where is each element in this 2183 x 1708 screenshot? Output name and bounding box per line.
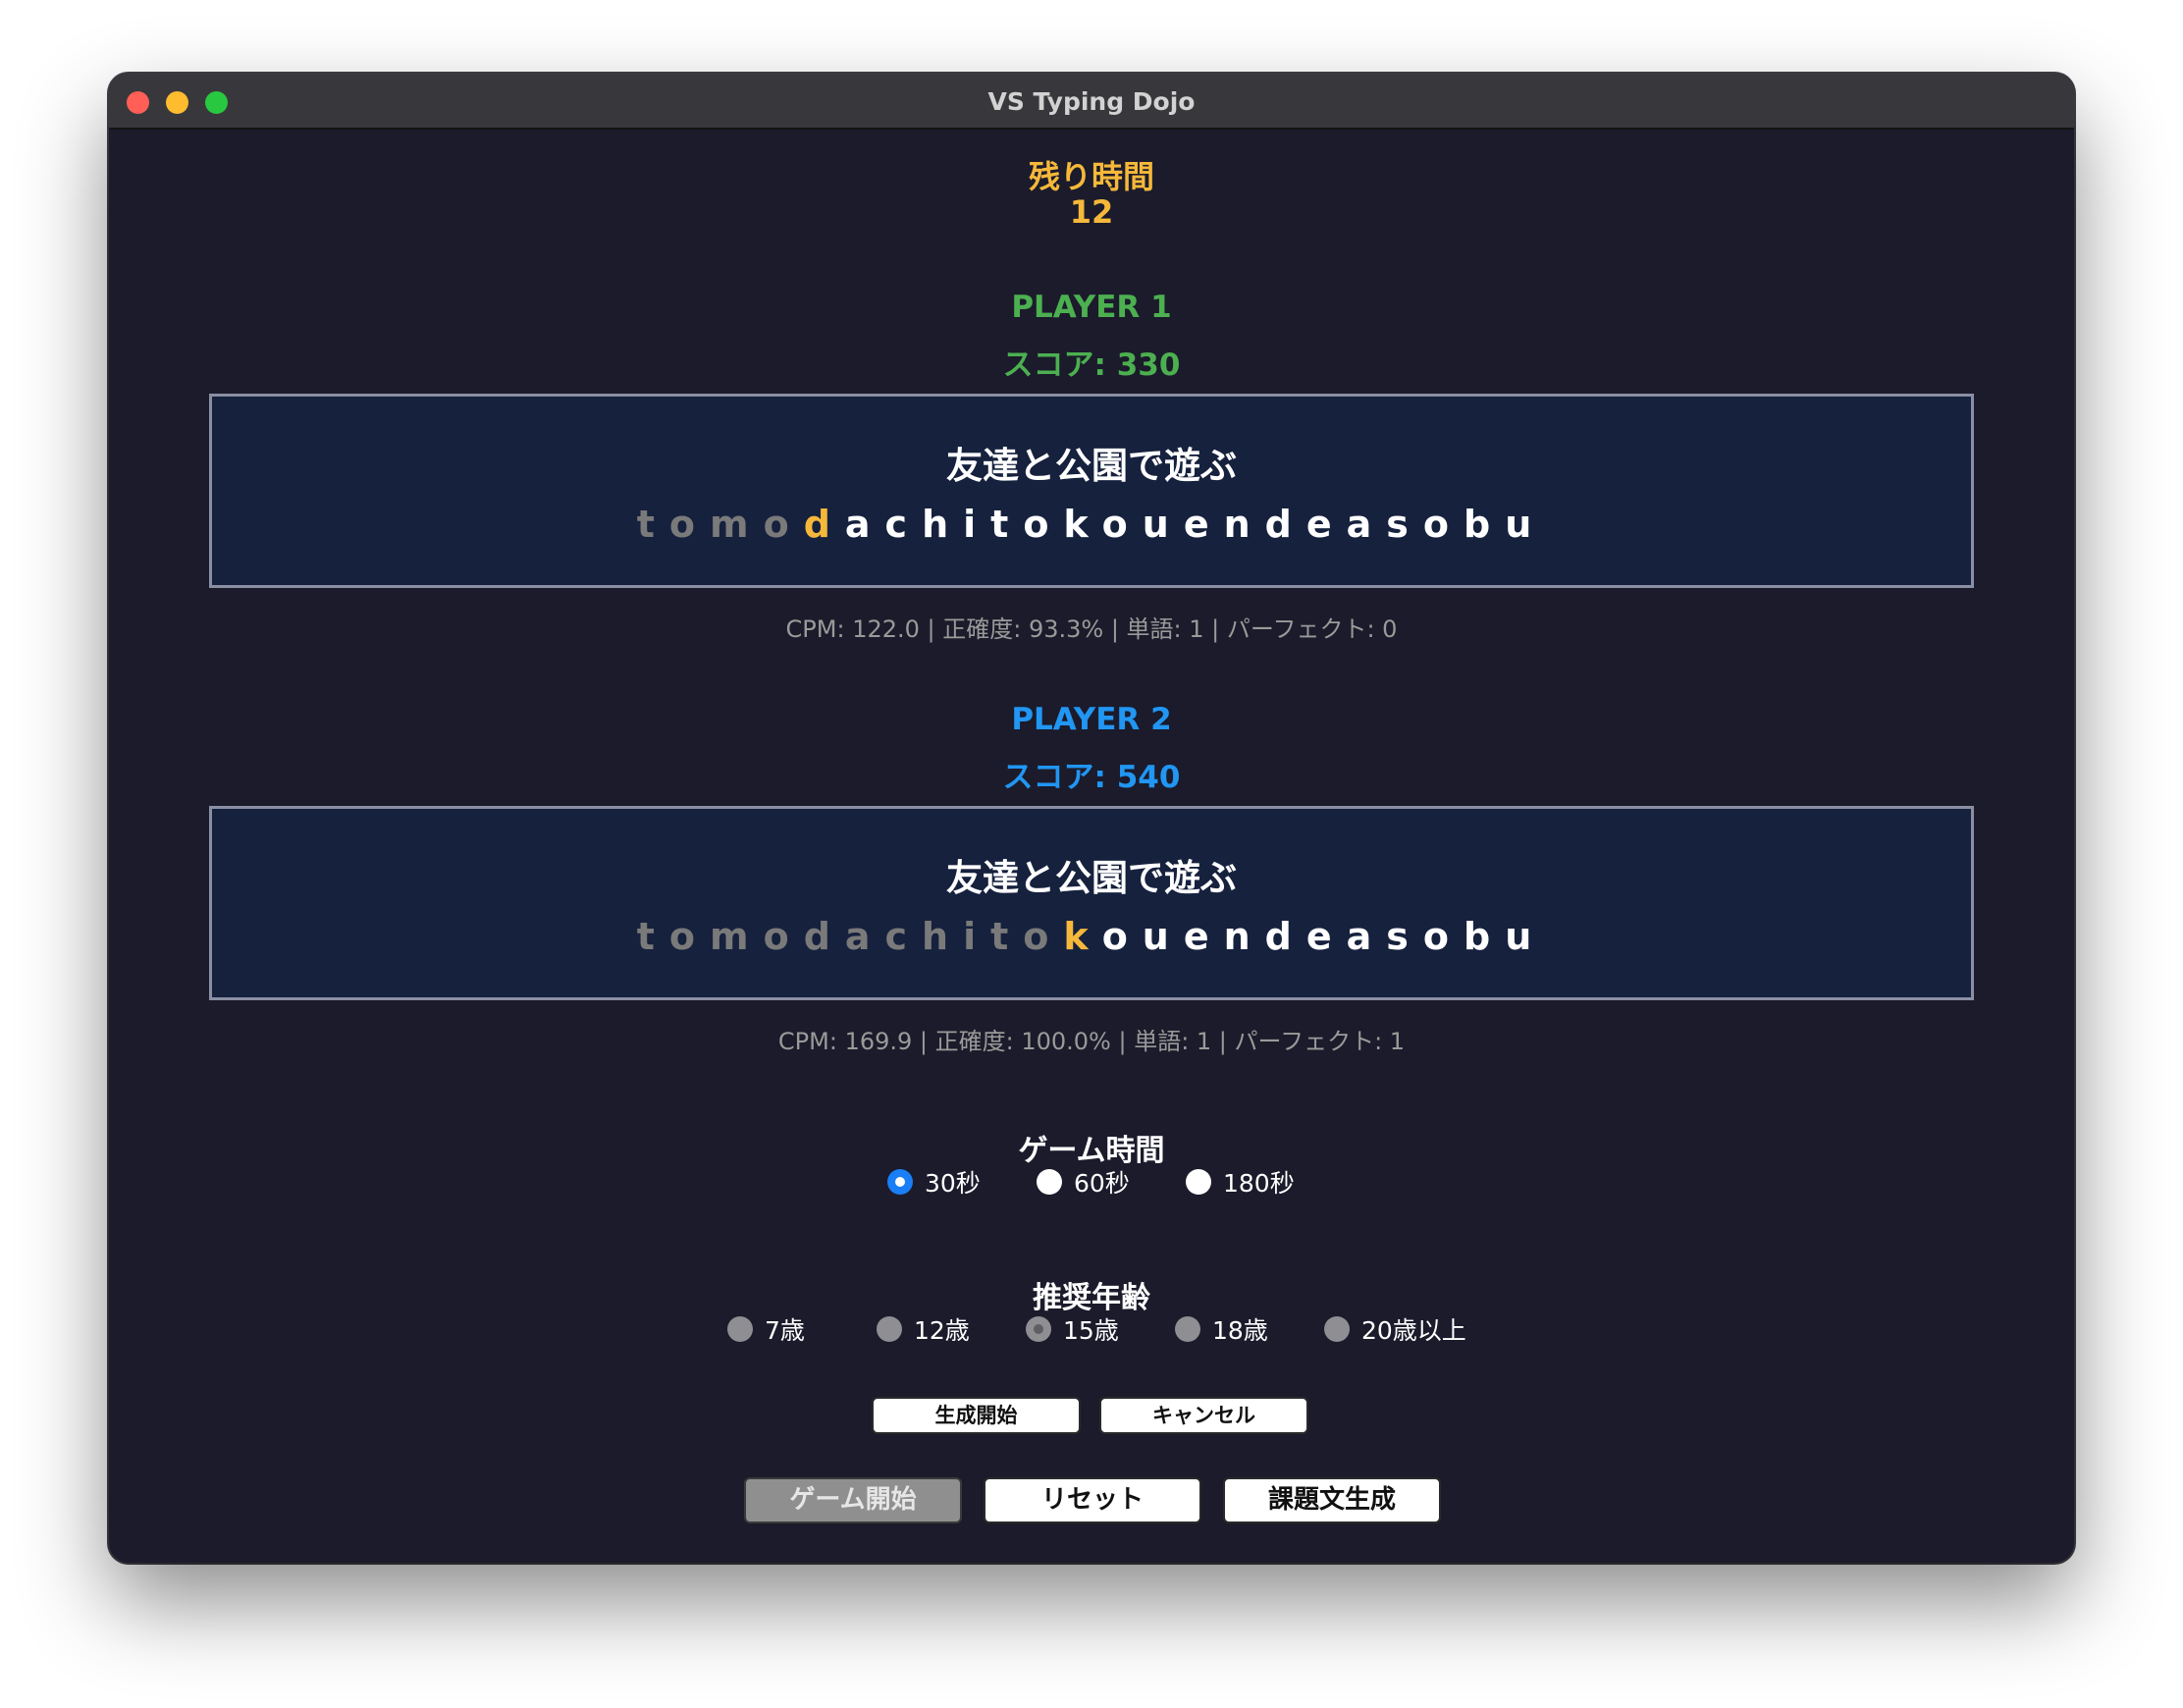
player1-typing-panel: 友達と公園で遊ぶ tomodachitokouendeasobu — [209, 394, 1974, 588]
player1-score: スコア: 330 — [1002, 347, 1181, 383]
player2-romaji-current: k — [1063, 915, 1102, 958]
game-time-option-label: 180秒 — [1223, 1169, 1295, 1198]
player1-stats: CPM: 122.0 | 正確度: 93.3% | 単語: 1 | パーフェクト… — [785, 615, 1398, 643]
player2-romaji-remaining: ouendeasobu — [1101, 915, 1547, 958]
radio-unselected-icon[interactable] — [1324, 1316, 1350, 1342]
player2-sentence: 友達と公園で遊ぶ — [946, 857, 1237, 899]
window-title: VS Typing Dojo — [987, 87, 1196, 116]
player1-sentence: 友達と公園で遊ぶ — [946, 445, 1237, 487]
player2-name: PLAYER 2 — [1011, 702, 1172, 737]
age-option-label: 20歳以上 — [1361, 1316, 1466, 1345]
age-radio-12[interactable]: 12歳 — [877, 1309, 970, 1349]
title-bar: VS Typing Dojo — [109, 74, 2074, 130]
radio-selected-icon[interactable] — [1026, 1316, 1051, 1342]
game-time-radio-30[interactable]: 30秒 — [887, 1162, 981, 1201]
start-generation-button[interactable]: 生成開始 — [872, 1397, 1081, 1434]
game-time-radio-60[interactable]: 60秒 — [1037, 1162, 1130, 1201]
radio-selected-icon[interactable] — [887, 1169, 913, 1195]
age-radio-15[interactable]: 15歳 — [1026, 1309, 1119, 1349]
player1-romaji-current: d — [803, 503, 845, 546]
game-time-option-label: 60秒 — [1074, 1169, 1130, 1198]
timer-value: 12 — [1069, 193, 1114, 231]
player1-romaji: tomodachitokouendeasobu — [212, 503, 1971, 546]
app-window: VS Typing Dojo 残り時間 12 PLAYER 1 スコア: 330… — [109, 74, 2074, 1563]
age-radio-7[interactable]: 7歳 — [727, 1309, 805, 1349]
age-radio-18[interactable]: 18歳 — [1175, 1309, 1268, 1349]
age-option-label: 15歳 — [1063, 1316, 1119, 1345]
player2-score: スコア: 540 — [1002, 760, 1181, 795]
game-time-radio-180[interactable]: 180秒 — [1186, 1162, 1295, 1201]
game-time-option-label: 30秒 — [925, 1169, 981, 1198]
radio-unselected-icon[interactable] — [1037, 1169, 1062, 1195]
reset-button[interactable]: リセット — [984, 1477, 1201, 1523]
start-game-button[interactable]: ゲーム開始 — [744, 1477, 962, 1523]
radio-unselected-icon[interactable] — [1186, 1169, 1211, 1195]
age-option-label: 12歳 — [914, 1316, 970, 1345]
age-radio-20-plus[interactable]: 20歳以上 — [1324, 1309, 1466, 1349]
player1-romaji-remaining: achitokouendeasobu — [844, 503, 1547, 546]
radio-unselected-icon[interactable] — [1175, 1316, 1200, 1342]
age-option-label: 7歳 — [765, 1316, 805, 1345]
player1-name: PLAYER 1 — [1011, 290, 1172, 325]
player2-romaji-typed: tomodachito — [636, 915, 1064, 958]
main-content: 残り時間 12 PLAYER 1 スコア: 330 友達と公園で遊ぶ tomod… — [109, 130, 2074, 1563]
player2-stats: CPM: 169.9 | 正確度: 100.0% | 単語: 1 | パーフェク… — [777, 1028, 1406, 1055]
timer-label: 残り時間 — [1028, 158, 1154, 195]
player2-typing-panel: 友達と公園で遊ぶ tomodachitokouendeasobu — [209, 806, 1974, 1000]
cancel-generation-button[interactable]: キャンセル — [1099, 1397, 1308, 1434]
player1-romaji-typed: tomo — [636, 503, 804, 546]
radio-unselected-icon[interactable] — [877, 1316, 902, 1342]
player2-romaji: tomodachitokouendeasobu — [212, 915, 1971, 958]
age-option-label: 18歳 — [1212, 1316, 1268, 1345]
generate-prompt-button[interactable]: 課題文生成 — [1223, 1477, 1441, 1523]
radio-unselected-icon[interactable] — [727, 1316, 753, 1342]
